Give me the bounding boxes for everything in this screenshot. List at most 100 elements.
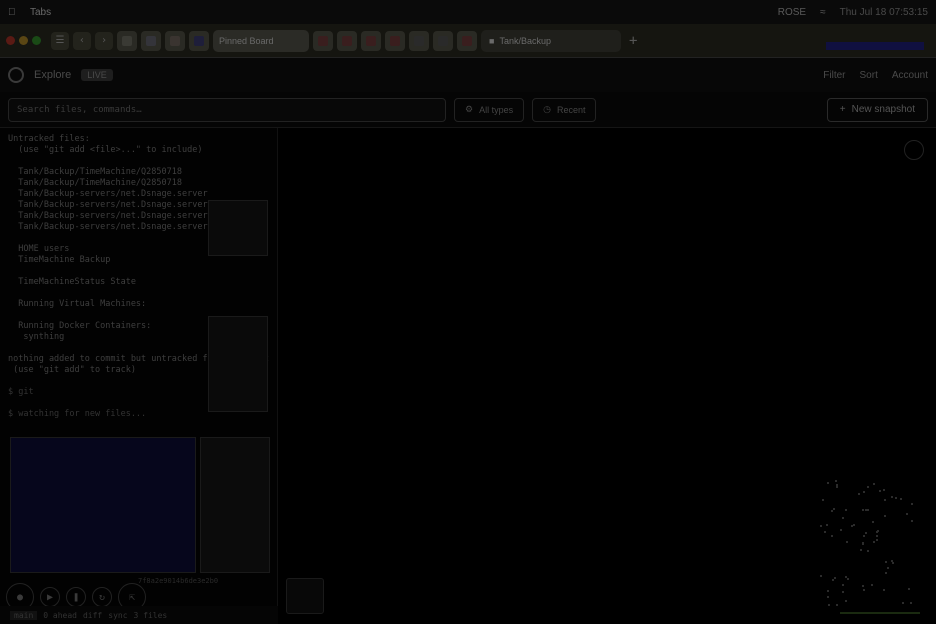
sort-dropdown-label: Recent xyxy=(556,104,586,115)
apple-icon[interactable]:  xyxy=(8,7,20,18)
activity-dot xyxy=(822,499,824,501)
activity-dot xyxy=(827,482,829,484)
activity-dot xyxy=(827,596,829,598)
pinned-tab-11[interactable] xyxy=(457,30,477,51)
activity-dot xyxy=(906,513,908,515)
activity-dot xyxy=(845,600,847,602)
pause-icon[interactable]: ❚ xyxy=(66,587,86,607)
activity-dot xyxy=(876,539,878,541)
activity-dot xyxy=(820,525,822,527)
filter-button[interactable]: Filter xyxy=(823,70,845,81)
settings-icon[interactable] xyxy=(904,140,924,160)
activity-dot xyxy=(911,520,913,522)
clock-icon: ◷ xyxy=(543,104,551,114)
pinned-tab-7[interactable] xyxy=(361,30,381,51)
pinned-tab-2[interactable] xyxy=(141,30,161,51)
status-bar: main 0 ahead diff sync 3 files xyxy=(0,606,278,624)
video-preview[interactable] xyxy=(10,437,196,573)
video-preview-side[interactable] xyxy=(200,437,270,573)
stop-button[interactable] xyxy=(286,578,324,614)
sync-status[interactable]: sync xyxy=(108,611,127,620)
pinned-tab-3[interactable] xyxy=(165,30,185,51)
new-snapshot-label: New snapshot xyxy=(851,104,915,115)
activity-dot xyxy=(891,560,893,562)
search-input[interactable]: Search files, commands… xyxy=(8,97,446,122)
activity-dot xyxy=(845,509,847,511)
menu-bar:  Tabs ROSE ≈ Thu Jul 18 07:53:15 xyxy=(0,0,936,24)
activity-dot xyxy=(836,604,838,606)
activity-dot xyxy=(833,508,835,510)
activity-dot xyxy=(836,486,838,488)
activity-dot xyxy=(910,602,912,604)
status-text[interactable]: ROSE xyxy=(778,7,806,18)
pinned-tab-9[interactable] xyxy=(409,30,429,51)
pinned-tab-4[interactable] xyxy=(189,30,209,51)
activity-dot xyxy=(873,541,875,543)
forward-icon[interactable]: › xyxy=(95,31,113,50)
branch-status[interactable]: main xyxy=(10,610,38,620)
activity-dot xyxy=(902,602,904,604)
toolbar: Search files, commands… ⚙ All types ◷ Re… xyxy=(0,92,936,128)
app-name[interactable]: Tabs xyxy=(30,7,51,18)
search-placeholder: Search files, commands… xyxy=(17,104,142,115)
pinned-tab-8[interactable] xyxy=(385,30,405,51)
pinned-tab-6[interactable] xyxy=(337,30,357,51)
account-button[interactable]: Account xyxy=(892,70,928,81)
activity-dot xyxy=(887,567,889,569)
new-snapshot-button[interactable]: + New snapshot xyxy=(826,97,928,122)
play-icon[interactable]: ▶ xyxy=(40,587,60,607)
pinned-tab-1[interactable] xyxy=(117,30,137,51)
logo-icon[interactable] xyxy=(8,67,24,83)
ahead-status[interactable]: 0 ahead xyxy=(43,611,77,620)
sidebar-toggle-icon[interactable]: ☰ xyxy=(51,31,69,50)
clock[interactable]: Thu Jul 18 07:53:15 xyxy=(840,7,928,18)
preview-card[interactable] xyxy=(208,200,268,256)
activity-dot xyxy=(872,521,874,523)
progress-indicator xyxy=(840,612,920,614)
activity-dot xyxy=(883,589,885,591)
activity-dot xyxy=(884,499,886,501)
terminal-line: Untracked files: xyxy=(8,134,90,144)
activity-dot xyxy=(858,493,860,495)
type-dropdown[interactable]: ⚙ All types xyxy=(454,97,525,122)
activity-dot xyxy=(845,576,847,578)
diff-status[interactable]: diff xyxy=(83,611,102,620)
activity-dot xyxy=(865,509,867,511)
activity-dot xyxy=(834,577,836,579)
wifi-icon[interactable]: ≈ xyxy=(820,7,826,18)
sort-button[interactable]: Sort xyxy=(860,70,878,81)
activity-dot xyxy=(824,531,826,533)
activity-dot xyxy=(877,530,879,532)
activity-dot xyxy=(863,491,865,493)
activity-dot xyxy=(892,562,894,564)
new-tab-button[interactable]: + xyxy=(629,33,637,49)
activity-dot xyxy=(860,549,862,551)
activity-dot xyxy=(832,579,834,581)
activity-dot xyxy=(867,486,869,488)
activity-dot xyxy=(876,535,878,537)
type-dropdown-label: All types xyxy=(479,104,514,115)
tab-page[interactable]: ■ Tank/Backup xyxy=(481,29,621,52)
activity-dot xyxy=(891,496,893,498)
pinned-tab-10[interactable] xyxy=(433,30,453,51)
terminal-line: Running Virtual Machines: xyxy=(8,299,147,309)
terminal-line: Tank/Backup-servers/net.Dsnage.server xyxy=(8,189,208,199)
tab-favicon-icon: ■ xyxy=(489,35,495,46)
back-icon[interactable]: ‹ xyxy=(73,31,91,50)
zoom-window-button[interactable] xyxy=(32,36,41,45)
app-title[interactable]: Explore xyxy=(34,69,71,81)
pinned-tab-5[interactable] xyxy=(313,30,333,51)
close-window-button[interactable] xyxy=(6,36,15,45)
preview-card-secondary[interactable] xyxy=(208,316,268,412)
sort-dropdown[interactable]: ◷ Recent xyxy=(532,97,597,122)
activity-dot xyxy=(835,480,837,482)
refresh-icon[interactable]: ↻ xyxy=(92,587,112,607)
tab-active[interactable]: Pinned Board xyxy=(213,29,309,52)
terminal-line: Tank/Backup/TimeMachine/Q2850718 xyxy=(8,167,182,177)
activity-dot xyxy=(853,524,855,526)
plus-icon: + xyxy=(839,104,846,115)
minimize-window-button[interactable] xyxy=(19,36,28,45)
files-status[interactable]: 3 files xyxy=(134,611,168,620)
activity-dot xyxy=(895,497,897,499)
